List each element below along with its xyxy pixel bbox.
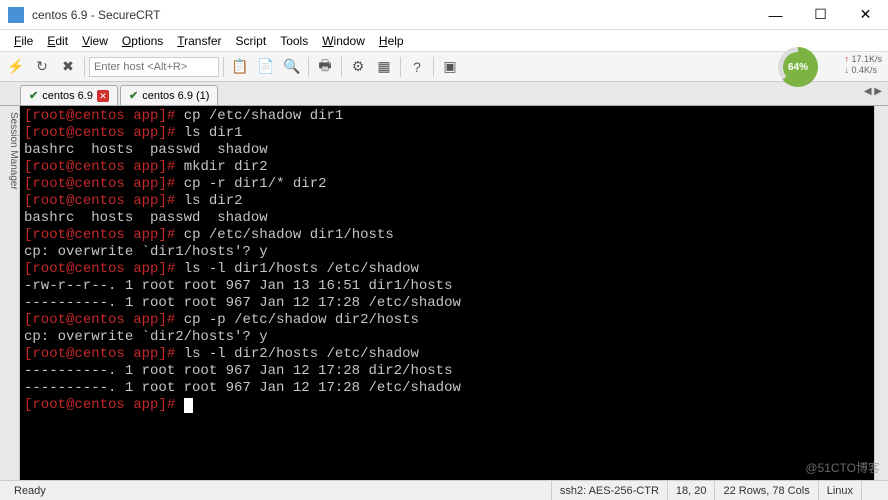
menu-tools[interactable]: Tools (274, 32, 314, 50)
separator (341, 57, 342, 77)
check-icon: ✔ (129, 89, 138, 102)
tab-label: centos 6.9 (42, 90, 93, 102)
copy-icon[interactable]: 📋 (228, 55, 252, 79)
menu-help[interactable]: Help (373, 32, 410, 50)
main-area: Session Manager [root@centos app]# cp /e… (0, 106, 888, 480)
terminal[interactable]: [root@centos app]# cp /etc/shadow dir1 [… (20, 106, 874, 480)
menu-bar: File Edit View Options Transfer Script T… (0, 30, 888, 52)
menu-transfer[interactable]: Transfer (171, 32, 227, 50)
right-gutter (874, 106, 888, 480)
menu-options[interactable]: Options (116, 32, 169, 50)
find-icon[interactable]: 🔍 (280, 55, 304, 79)
separator (433, 57, 434, 77)
app-icon (8, 7, 24, 23)
close-button[interactable]: ✕ (843, 0, 888, 30)
network-stats: 17.1K/s 0.4K/s (844, 54, 882, 76)
status-grip (862, 481, 882, 500)
separator (223, 57, 224, 77)
performance-gauge[interactable]: 64% (778, 47, 818, 87)
menu-window[interactable]: Window (316, 32, 371, 50)
status-cipher: ssh2: AES-256-CTR (552, 481, 668, 500)
separator (400, 57, 401, 77)
download-speed: 0.4K/s (844, 65, 882, 76)
status-ready: Ready (6, 481, 552, 500)
session-icon[interactable]: ▦ (372, 55, 396, 79)
menu-view[interactable]: View (76, 32, 114, 50)
tab-scroll-arrows[interactable]: ◀ ▶ (864, 86, 882, 97)
tab-session-1[interactable]: ✔ centos 6.9 ✕ (20, 85, 118, 105)
status-cursor-pos: 18, 20 (668, 481, 716, 500)
status-bar: Ready ssh2: AES-256-CTR 18, 20 22 Rows, … (0, 480, 888, 500)
toggle-icon[interactable]: ▣ (438, 55, 462, 79)
connect-icon[interactable]: ⚡ (4, 55, 28, 79)
menu-file[interactable]: File (8, 32, 39, 50)
reconnect-icon[interactable]: ↻ (30, 55, 54, 79)
menu-edit[interactable]: Edit (41, 32, 74, 50)
print-icon[interactable]: 🖶 (313, 55, 337, 79)
toolbar: ⚡ ↻ ✖ 📋 📄 🔍 🖶 ⚙ ▦ ? ▣ 64% 17.1K/s 0.4K/s (0, 52, 888, 82)
tab-label: centos 6.9 (1) (142, 90, 209, 102)
session-manager-tab[interactable]: Session Manager (0, 106, 20, 480)
gauge-value: 64% (783, 52, 813, 82)
separator (308, 57, 309, 77)
tab-close-icon[interactable]: ✕ (97, 90, 109, 102)
host-input[interactable] (89, 57, 219, 77)
status-connection: Linux (819, 481, 862, 500)
upload-speed: 17.1K/s (844, 54, 882, 65)
menu-script[interactable]: Script (230, 32, 273, 50)
tab-session-2[interactable]: ✔ centos 6.9 (1) (120, 85, 218, 105)
disconnect-icon[interactable]: ✖ (56, 55, 80, 79)
settings-icon[interactable]: ⚙ (346, 55, 370, 79)
tab-bar: ✔ centos 6.9 ✕ ✔ centos 6.9 (1) ◀ ▶ (0, 82, 888, 106)
title-bar: centos 6.9 - SecureCRT — ☐ ✕ (0, 0, 888, 30)
separator (84, 57, 85, 77)
status-dimensions: 22 Rows, 78 Cols (715, 481, 818, 500)
help-icon[interactable]: ? (405, 55, 429, 79)
paste-icon[interactable]: 📄 (254, 55, 278, 79)
minimize-button[interactable]: — (753, 0, 798, 30)
check-icon: ✔ (29, 89, 38, 102)
maximize-button[interactable]: ☐ (798, 0, 843, 30)
window-title: centos 6.9 - SecureCRT (32, 8, 753, 22)
